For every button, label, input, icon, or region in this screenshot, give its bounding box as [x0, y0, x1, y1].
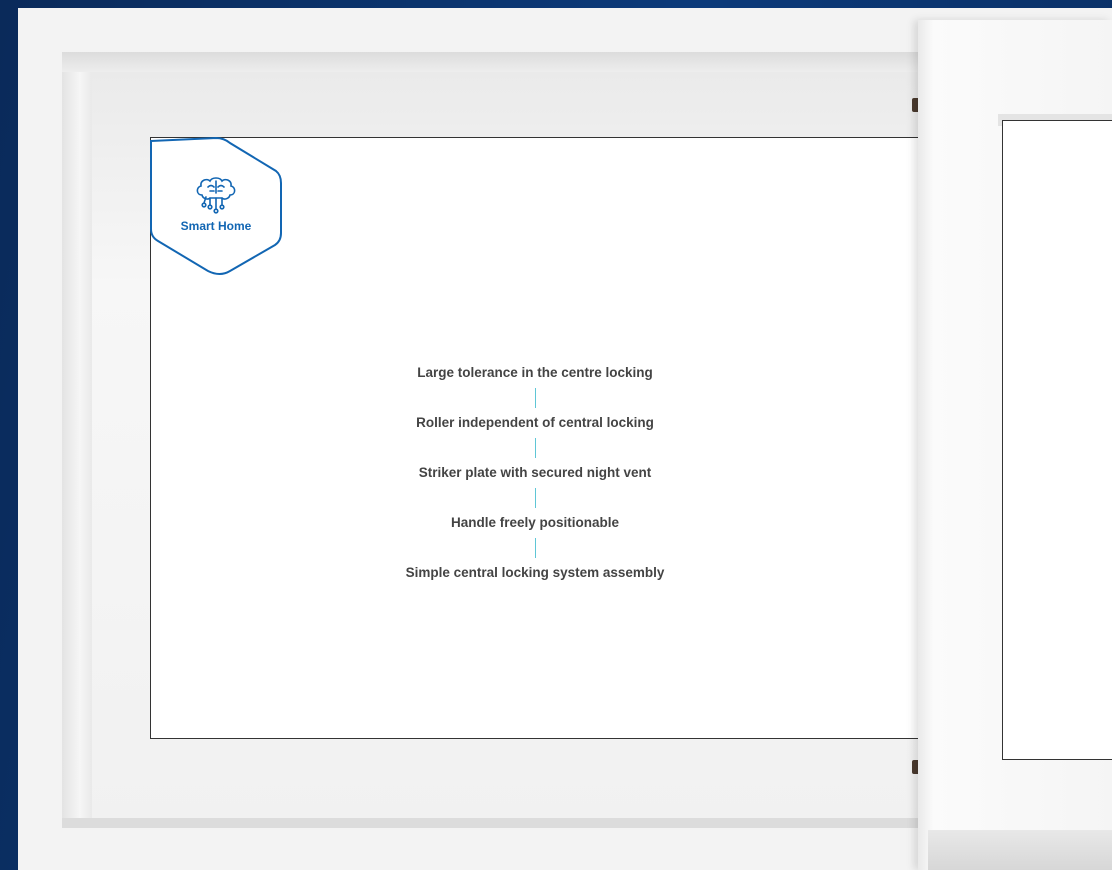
- badge-label: Smart Home: [180, 219, 252, 233]
- feature-separator: [534, 388, 536, 408]
- feature-separator: [534, 488, 536, 508]
- feature-item: Roller independent of central locking: [416, 415, 654, 430]
- frame-top-rail: [62, 52, 932, 72]
- feature-list: Large tolerance in the centre locking Ro…: [350, 360, 720, 586]
- frame-bottom-rail: [62, 818, 932, 828]
- feature-item: Large tolerance in the centre locking: [417, 365, 653, 380]
- feature-separator: [534, 538, 536, 558]
- feature-item: Striker plate with secured night vent: [418, 465, 652, 480]
- feature-separator: [534, 438, 536, 458]
- sash-glass-pane: [1002, 120, 1112, 760]
- feature-item: Simple central locking system assembly: [405, 565, 665, 580]
- smart-home-badge[interactable]: Smart Home: [150, 137, 282, 277]
- frame-left-stile: [62, 72, 92, 828]
- sash-bottom-rail: [928, 830, 1112, 870]
- feature-item: Handle freely positionable: [450, 515, 620, 530]
- brain-circuit-icon: [196, 177, 236, 214]
- window-sash-right: [918, 20, 1112, 870]
